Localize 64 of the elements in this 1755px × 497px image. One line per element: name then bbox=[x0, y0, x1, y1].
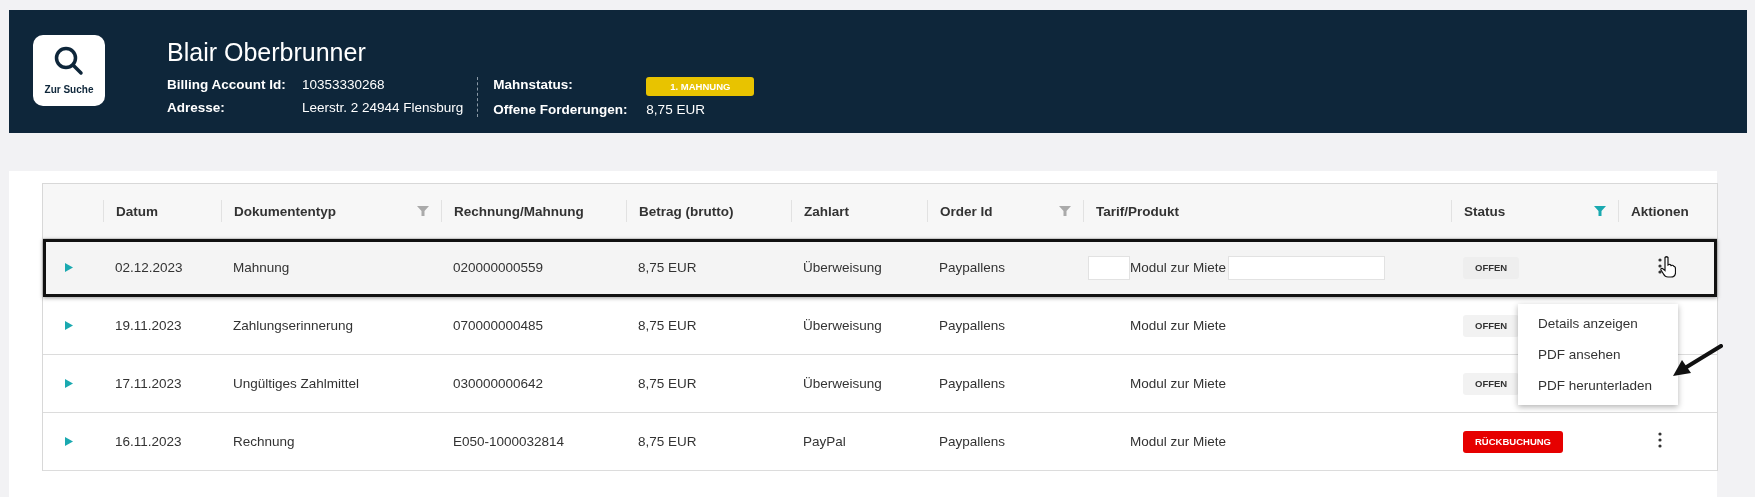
filter-icon[interactable] bbox=[1594, 206, 1606, 216]
expand-icon[interactable] bbox=[65, 379, 73, 388]
table-cell-text: Paypallens bbox=[938, 318, 1007, 333]
field-label: Offene Forderungen: bbox=[493, 102, 629, 117]
field-value: 10353330268 bbox=[302, 77, 386, 94]
field-label: Mahnstatus: bbox=[493, 77, 574, 94]
column-header: Order Id bbox=[940, 203, 993, 219]
table-cell-text: Überweisung bbox=[802, 376, 883, 391]
table-cell-text: Paypallens bbox=[938, 376, 1007, 391]
status-badge: RÜCKBUCHUNG bbox=[1463, 430, 1563, 453]
table-cell-text: E050-1000032814 bbox=[452, 434, 566, 449]
table-cell-text: Mahnung bbox=[232, 260, 291, 275]
field-label: Adresse: bbox=[167, 100, 226, 117]
menu-item[interactable]: PDF herunterladen bbox=[1538, 370, 1653, 401]
table-cell-text: 8,75 EUR bbox=[637, 260, 698, 275]
table-cell: Modul zur Miete bbox=[1130, 260, 1227, 275]
column-header: Status bbox=[1464, 203, 1506, 219]
table-cell: Modul zur Miete bbox=[1130, 376, 1227, 391]
table-cell-text: 19.11.2023 bbox=[114, 318, 183, 333]
table-cell-text: Überweisung bbox=[802, 318, 883, 333]
expand-icon[interactable] bbox=[65, 263, 73, 272]
table-cell-text: 030000000642 bbox=[452, 376, 545, 391]
column-header: Rechnung/Mahnung bbox=[454, 203, 584, 219]
table-cell-text: Überweisung bbox=[802, 260, 883, 275]
dunning-status-badge: 1. MAHNUNG bbox=[646, 77, 755, 96]
table-cell-text: 020000000559 bbox=[452, 260, 545, 275]
table-row[interactable]: 16.11.2023 Rechnung E050-1000032814 8,75 EUR PayPal Paypallens Modul zur Miete RÜCKBUCHUNG bbox=[43, 413, 1717, 471]
table-cell-text: Zahlungserinnerung bbox=[232, 318, 355, 333]
table-cell-text: PayPal bbox=[802, 434, 847, 449]
column-header: Betrag (brutto) bbox=[639, 203, 734, 219]
status-badge: OFFEN bbox=[1463, 314, 1520, 337]
table-cell-text: 17.11.2023 bbox=[114, 376, 183, 391]
table-cell: Modul zur Miete bbox=[1130, 318, 1227, 333]
expand-icon[interactable] bbox=[65, 321, 73, 330]
column-header: Tarif/Produkt bbox=[1096, 203, 1179, 219]
column-header: Aktionen bbox=[1631, 203, 1689, 219]
table-cell-text: Ungültiges Zahlmittel bbox=[232, 376, 361, 391]
table-cell-text: 8,75 EUR bbox=[637, 318, 698, 333]
customer-name: Blair Oberbrunner bbox=[167, 38, 367, 67]
column-header: Zahlart bbox=[804, 203, 849, 219]
table-cell-text: Paypallens bbox=[938, 434, 1007, 449]
search-button[interactable]: Zur Suche bbox=[33, 35, 105, 106]
status-badge: OFFEN bbox=[1463, 256, 1520, 279]
filter-icon[interactable] bbox=[1059, 206, 1071, 216]
hand-cursor-icon bbox=[1660, 256, 1676, 278]
table-row[interactable]: 02.12.2023 Mahnung 020000000559 8,75 EUR Überweisung Paypallens Modul zur Miete OFFEN bbox=[43, 239, 1717, 297]
column-header: Datum bbox=[116, 203, 158, 219]
filter-icon[interactable] bbox=[417, 206, 429, 216]
table-cell-text: 16.11.2023 bbox=[114, 434, 183, 449]
field-value: 8,75 EUR bbox=[646, 102, 706, 117]
table-cell: Modul zur Miete bbox=[1130, 434, 1227, 449]
expand-icon[interactable] bbox=[65, 437, 73, 446]
table-cell-text: 070000000485 bbox=[452, 318, 545, 333]
table-cell-text: 8,75 EUR bbox=[637, 434, 698, 449]
table-cell-text: Paypallens bbox=[938, 260, 1007, 275]
field-label: Billing Account Id: bbox=[167, 77, 287, 94]
field-value: Leerstr. 2 24944 Flensburg bbox=[302, 100, 464, 117]
status-badge: OFFEN bbox=[1463, 372, 1520, 395]
table-cell-text: 02.12.2023 bbox=[114, 260, 184, 275]
column-header: Dokumententyp bbox=[234, 203, 336, 219]
menu-item[interactable]: Details anzeigen bbox=[1538, 308, 1638, 339]
table-cell-text: Rechnung bbox=[232, 434, 296, 449]
search-icon bbox=[54, 46, 84, 76]
table-cell-text: 8,75 EUR bbox=[637, 376, 698, 391]
